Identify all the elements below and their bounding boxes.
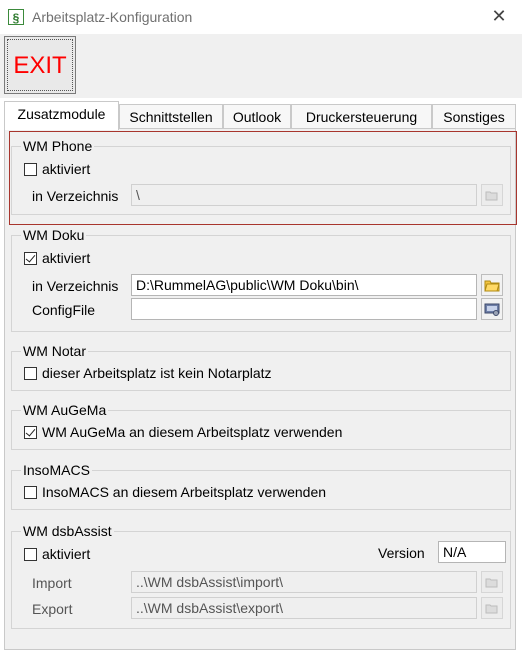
wm-notar-checkbox-label: dieser Arbeitsplatz ist kein Notarplatz [42, 365, 272, 381]
wm-dsbassist-version-field[interactable]: N/A [438, 541, 506, 563]
wm-phone-dir-field[interactable]: \ [131, 184, 477, 206]
title-bar: § Arbeitsplatz-Konfiguration ✕ [0, 0, 522, 35]
wm-phone-dir-label: in Verzeichnis [32, 188, 119, 204]
wm-phone-checkbox-row[interactable]: aktiviert [24, 161, 90, 177]
tab-panel-zusatzmodule: WM Phone aktiviert in Verzeichnis \ WM D… [4, 128, 517, 650]
group-wm-dsbassist: WM dsbAssist aktiviert Version N/A Impor… [11, 523, 511, 629]
wm-dsbassist-export-field[interactable]: ..\WM dsbAssist\export\ [131, 597, 477, 619]
wm-dsbassist-import-label: Import [32, 575, 72, 591]
window-title: Arbeitsplatz-Konfiguration [32, 9, 193, 25]
wm-dsbassist-checkbox-label: aktiviert [42, 546, 91, 562]
wm-dsbassist-export-button[interactable] [481, 597, 503, 619]
tab-druckersteuerung[interactable]: Druckersteuerung [291, 104, 432, 128]
tab-bar: Zusatzmodule Schnittstellen Outlook Druc… [4, 101, 516, 130]
tab-outlook[interactable]: Outlook [223, 104, 291, 128]
close-icon[interactable]: ✕ [488, 5, 510, 27]
wm-augema-checkbox-label: WM AuGeMa an diesem Arbeitsplatz verwend… [42, 424, 343, 440]
wm-dsbassist-export-label: Export [32, 601, 73, 617]
wm-doku-dir-label: in Verzeichnis [32, 278, 119, 294]
tab-schnittstellen[interactable]: Schnittstellen [119, 104, 223, 128]
folder-icon [485, 191, 498, 201]
wm-phone-checkbox[interactable] [24, 162, 37, 176]
folder-icon [485, 578, 498, 588]
tab-sonstiges[interactable]: Sonstiges [432, 104, 516, 128]
group-title: WM Doku [21, 227, 87, 243]
wm-dsbassist-import-button[interactable] [481, 571, 503, 593]
wm-doku-config-button[interactable] [481, 298, 503, 320]
insomacs-checkbox-label: InsoMACS an diesem Arbeitsplatz verwende… [42, 484, 327, 500]
wm-doku-dir-field[interactable]: D:\RummelAG\public\WM Doku\bin\ [131, 274, 477, 296]
wm-dsbassist-version-label: Version [378, 545, 425, 561]
wm-dsbassist-checkbox[interactable] [24, 547, 37, 561]
group-insomacs: InsoMACS InsoMACS an diesem Arbeitsplatz… [11, 462, 511, 510]
wm-phone-checkbox-label: aktiviert [42, 161, 91, 177]
tab-zusatzmodule[interactable]: Zusatzmodule [4, 101, 119, 130]
group-wm-doku: WM Doku aktiviert in Verzeichnis D:\Rumm… [11, 227, 511, 332]
group-title: WM AuGeMa [21, 402, 109, 418]
wm-doku-checkbox-label: aktiviert [42, 250, 91, 266]
wm-doku-config-label: ConfigFile [32, 302, 96, 318]
group-wm-notar: WM Notar dieser Arbeitsplatz ist kein No… [11, 343, 511, 391]
toolbar: EXIT [0, 34, 522, 98]
wm-augema-checkbox-row[interactable]: WM AuGeMa an diesem Arbeitsplatz verwend… [24, 424, 342, 440]
group-title: InsoMACS [21, 462, 92, 478]
wm-notar-checkbox-row[interactable]: dieser Arbeitsplatz ist kein Notarplatz [24, 365, 272, 381]
exit-button[interactable]: EXIT [4, 36, 76, 94]
group-title: WM Phone [21, 138, 95, 154]
config-icon [484, 303, 500, 316]
wm-doku-browse-button[interactable] [481, 274, 503, 296]
wm-augema-checkbox[interactable] [24, 425, 37, 439]
insomacs-checkbox[interactable] [24, 485, 37, 499]
wm-doku-config-field[interactable] [131, 298, 477, 320]
group-wm-augema: WM AuGeMa WM AuGeMa an diesem Arbeitspla… [11, 402, 511, 450]
wm-doku-checkbox-row[interactable]: aktiviert [24, 250, 90, 266]
folder-icon [484, 280, 500, 292]
group-title: WM dsbAssist [21, 523, 114, 539]
wm-notar-checkbox[interactable] [24, 366, 37, 380]
wm-doku-checkbox[interactable] [24, 251, 37, 265]
group-title: WM Notar [21, 343, 88, 359]
wm-dsbassist-import-field[interactable]: ..\WM dsbAssist\import\ [131, 571, 477, 593]
folder-icon [485, 604, 498, 614]
app-icon: § [8, 9, 24, 25]
group-wm-phone: WM Phone aktiviert in Verzeichnis \ [11, 138, 511, 215]
wm-dsbassist-checkbox-row[interactable]: aktiviert [24, 546, 90, 562]
wm-phone-browse-button[interactable] [481, 184, 503, 206]
insomacs-checkbox-row[interactable]: InsoMACS an diesem Arbeitsplatz verwende… [24, 484, 326, 500]
